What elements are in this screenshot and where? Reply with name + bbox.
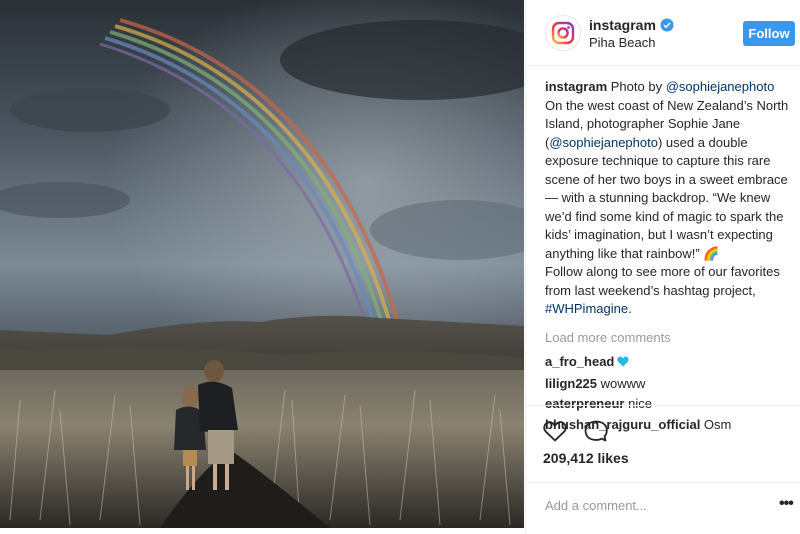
comment-username[interactable]: lilign225 xyxy=(545,376,597,391)
more-options-button[interactable]: ••• xyxy=(779,495,794,513)
caption-mention-2[interactable]: @sophiejanephoto xyxy=(549,135,658,150)
speech-bubble-icon[interactable] xyxy=(583,418,609,444)
follow-button[interactable]: Follow xyxy=(743,21,795,46)
comment-item: lilign225 wowww xyxy=(545,375,790,394)
instagram-logo-icon xyxy=(551,21,575,45)
add-comment-input[interactable] xyxy=(545,495,755,515)
add-comment-bar: ••• xyxy=(526,482,800,526)
caption-text-5: . xyxy=(628,301,632,316)
post-username[interactable]: instagram xyxy=(589,17,674,35)
caption-text-4: Follow along to see more of our favorite… xyxy=(545,264,780,298)
caption-text-1: Photo by xyxy=(607,79,666,94)
post-caption: instagram Photo by @sophiejanephoto On t… xyxy=(545,78,790,319)
caption-username[interactable]: instagram xyxy=(545,79,607,94)
heart-outline-icon[interactable] xyxy=(542,418,568,444)
comment-item: a_fro_head xyxy=(545,353,790,373)
comment-username[interactable]: a_fro_head xyxy=(545,354,614,369)
verified-badge-icon xyxy=(660,18,674,35)
load-more-comments-link[interactable]: Load more comments xyxy=(545,329,790,348)
caption-mention-1[interactable]: @sophiejanephoto xyxy=(666,79,775,94)
avatar[interactable] xyxy=(545,15,581,51)
likes-count[interactable]: 209,412 likes xyxy=(543,450,629,466)
username-text[interactable]: instagram xyxy=(589,17,656,33)
caption-text-3: ) used a double exposure technique to ca… xyxy=(545,134,788,261)
post-actions: 209,412 likes xyxy=(526,405,800,493)
comments-section: instagram Photo by @sophiejanephoto On t… xyxy=(545,78,790,436)
post-side-panel: instagram Piha Beach Follow instagram Ph… xyxy=(525,0,800,534)
comment-text: wowww xyxy=(597,375,646,391)
post-header: instagram Piha Beach Follow xyxy=(526,0,800,66)
post-location[interactable]: Piha Beach xyxy=(589,35,656,50)
blue-heart-icon xyxy=(617,354,630,373)
post-photo[interactable] xyxy=(0,0,524,528)
caption-hashtag[interactable]: #WHPimagine xyxy=(545,301,628,316)
post-image xyxy=(0,0,524,528)
